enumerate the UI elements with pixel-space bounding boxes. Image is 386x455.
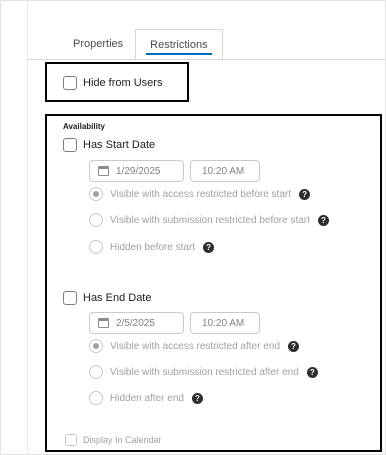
has-start-date-row[interactable]: Has Start Date: [63, 138, 155, 152]
start-date-input[interactable]: 1/29/2025: [89, 160, 184, 182]
end-time-input[interactable]: 10:20 AM: [190, 312, 260, 334]
tab-restrictions-label: Restrictions: [150, 39, 208, 51]
start-time-input[interactable]: 10:20 AM: [190, 160, 260, 182]
help-circle-icon[interactable]: ?: [299, 188, 311, 200]
start-option-radio[interactable]: [89, 240, 103, 254]
tab-restrictions[interactable]: Restrictions: [135, 29, 223, 59]
start-option-label: Visible with access restricted before st…: [110, 188, 292, 200]
panel-divider: [27, 1, 28, 455]
display-in-calendar-label: Display In Calendar: [83, 435, 162, 445]
hide-from-users-checkbox[interactable]: [63, 76, 77, 90]
tab-bar-divider: [27, 59, 385, 60]
start-option-row[interactable]: Visible with submission restricted befor…: [89, 213, 329, 227]
end-option-row[interactable]: Hidden after end ?: [89, 391, 203, 405]
end-option-label: Visible with submission restricted after…: [110, 366, 299, 378]
has-end-date-checkbox[interactable]: [63, 291, 77, 305]
has-start-date-checkbox[interactable]: [63, 138, 77, 152]
start-option-radio[interactable]: [89, 187, 103, 201]
has-end-date-row[interactable]: Has End Date: [63, 291, 151, 305]
display-in-calendar-checkbox[interactable]: [65, 434, 77, 446]
has-end-date-label: Has End Date: [83, 292, 152, 304]
end-option-label: Visible with access restricted after end: [110, 340, 280, 352]
help-circle-icon[interactable]: ?: [317, 214, 329, 226]
end-option-radio[interactable]: [89, 391, 103, 405]
end-date-value: 2/5/2025: [116, 317, 155, 329]
end-option-label: Hidden after end: [110, 392, 184, 404]
active-tab-indicator: [146, 53, 212, 55]
tab-bar: Properties Restrictions: [61, 29, 223, 59]
help-circle-icon[interactable]: ?: [191, 392, 203, 404]
start-time-value: 10:20 AM: [202, 165, 245, 177]
calendar-icon: [98, 166, 109, 176]
tab-properties[interactable]: Properties: [61, 29, 135, 59]
has-start-date-label: Has Start Date: [83, 139, 156, 151]
help-circle-icon[interactable]: ?: [287, 340, 299, 352]
end-option-row[interactable]: Visible with submission restricted after…: [89, 365, 318, 379]
start-option-radio[interactable]: [89, 213, 103, 227]
hide-from-users-label: Hide from Users: [83, 77, 163, 89]
restrictions-panel: Properties Restrictions Hide from Users …: [0, 0, 386, 455]
availability-heading: Availability: [63, 122, 105, 131]
start-option-label: Hidden before start: [110, 241, 196, 253]
end-option-radio[interactable]: [89, 339, 103, 353]
end-option-radio[interactable]: [89, 365, 103, 379]
start-option-row[interactable]: Visible with access restricted before st…: [89, 187, 311, 201]
hide-from-users-row[interactable]: Hide from Users: [63, 76, 162, 90]
start-date-value: 1/29/2025: [116, 165, 161, 177]
start-option-row[interactable]: Hidden before start ?: [89, 240, 215, 254]
end-date-input[interactable]: 2/5/2025: [89, 312, 184, 334]
calendar-icon: [98, 318, 109, 328]
end-option-row[interactable]: Visible with access restricted after end…: [89, 339, 299, 353]
end-time-value: 10:20 AM: [202, 317, 245, 329]
help-circle-icon[interactable]: ?: [306, 366, 318, 378]
start-option-label: Visible with submission restricted befor…: [110, 214, 310, 226]
help-circle-icon[interactable]: ?: [203, 241, 215, 253]
display-in-calendar-row[interactable]: Display In Calendar: [65, 434, 162, 446]
